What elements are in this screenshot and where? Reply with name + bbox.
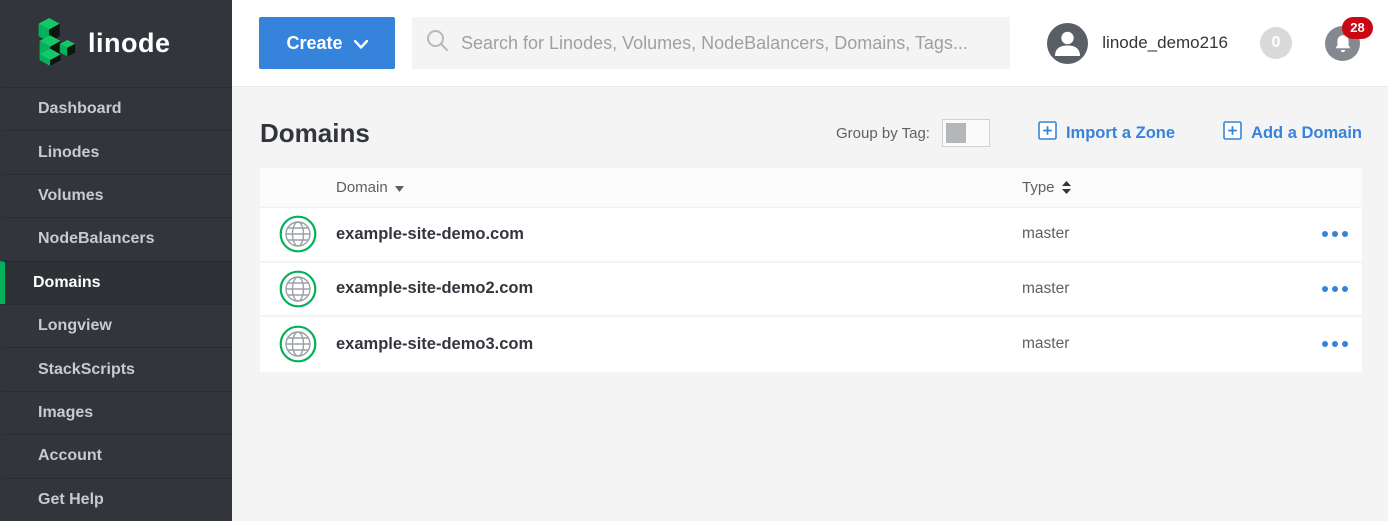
- linode-logo[interactable]: linode: [0, 0, 232, 87]
- content-area: Domains Group by Tag: Import a Zone: [232, 87, 1388, 521]
- table-row: example-site-demo3.com master: [260, 317, 1362, 372]
- table-header-row: Domain Type: [260, 168, 1362, 208]
- avatar[interactable]: [1047, 23, 1088, 64]
- notification-count-badge: 28: [1342, 17, 1373, 39]
- sort-desc-icon: [395, 179, 404, 196]
- plus-square-icon: [1223, 121, 1242, 145]
- import-zone-link[interactable]: Import a Zone: [1038, 121, 1175, 145]
- table-body: example-site-demo.com master: [260, 208, 1362, 372]
- sidebar-item-label: Dashboard: [38, 100, 122, 118]
- toggle-knob: [946, 123, 966, 143]
- linode-cube-icon: [30, 16, 76, 71]
- page-actions: Group by Tag: Import a Zone Add a Domain: [836, 119, 1362, 147]
- group-by-tag-label: Group by Tag:: [836, 125, 930, 142]
- sidebar-item-label: StackScripts: [38, 361, 135, 379]
- globe-icon: [260, 325, 336, 363]
- notifications-button[interactable]: 28: [1325, 26, 1360, 61]
- sidebar-item-label: NodeBalancers: [38, 230, 155, 248]
- globe-icon: [260, 270, 336, 308]
- sidebar-nav: Dashboard Linodes Volumes NodeBalancers …: [0, 87, 232, 521]
- status-count-badge[interactable]: 0: [1260, 27, 1292, 59]
- sidebar-item-label: Volumes: [38, 187, 104, 205]
- sidebar-item[interactable]: Dashboard: [0, 87, 232, 130]
- domain-type: master: [1022, 225, 1302, 243]
- domain-link[interactable]: example-site-demo.com: [336, 225, 1022, 244]
- row-actions-menu-button[interactable]: [1302, 286, 1362, 292]
- column-header-type[interactable]: Type: [1022, 179, 1302, 196]
- row-actions-menu-button[interactable]: [1302, 341, 1362, 347]
- domain-type: master: [1022, 335, 1302, 353]
- row-actions-menu-button[interactable]: [1302, 231, 1362, 237]
- sidebar-item[interactable]: Longview: [0, 304, 232, 347]
- linode-logo-text: linode: [88, 28, 171, 59]
- globe-icon: [260, 215, 336, 253]
- add-domain-link[interactable]: Add a Domain: [1223, 121, 1362, 145]
- table-row: example-site-demo.com master: [260, 208, 1362, 263]
- domain-link[interactable]: example-site-demo2.com: [336, 279, 1022, 298]
- plus-square-icon: [1038, 121, 1057, 145]
- sidebar-item[interactable]: Domains: [0, 261, 232, 304]
- sidebar-item-label: Linodes: [38, 144, 99, 162]
- search-icon: [426, 29, 449, 57]
- domain-column-label: Domain: [336, 179, 388, 196]
- page-title: Domains: [260, 118, 370, 149]
- table-row: example-site-demo2.com master: [260, 263, 1362, 318]
- username[interactable]: linode_demo216: [1102, 33, 1228, 53]
- sidebar-item[interactable]: StackScripts: [0, 347, 232, 390]
- page-header: Domains Group by Tag: Import a Zone: [260, 111, 1362, 155]
- sidebar-item[interactable]: Get Help: [0, 478, 232, 521]
- sidebar: linode Dashboard Linodes Volumes NodeBal…: [0, 0, 232, 521]
- sidebar-item-label: Account: [38, 447, 102, 465]
- add-domain-label: Add a Domain: [1251, 124, 1362, 143]
- sidebar-item[interactable]: Linodes: [0, 130, 232, 173]
- sidebar-item-label: Longview: [38, 317, 112, 335]
- group-by-tag-toggle[interactable]: [942, 119, 990, 147]
- top-bar: Create linode_demo216 0: [232, 0, 1388, 87]
- sidebar-item[interactable]: Volumes: [0, 174, 232, 217]
- sidebar-item[interactable]: NodeBalancers: [0, 217, 232, 260]
- domain-type: master: [1022, 280, 1302, 298]
- domain-link[interactable]: example-site-demo3.com: [336, 335, 1022, 354]
- sidebar-item[interactable]: Account: [0, 434, 232, 477]
- domains-table: Domain Type: [260, 168, 1362, 372]
- sidebar-item-label: Images: [38, 404, 93, 422]
- create-button-label: Create: [286, 33, 342, 54]
- search-bar[interactable]: [412, 17, 1010, 69]
- search-input[interactable]: [461, 33, 996, 54]
- sidebar-item-label: Get Help: [38, 491, 104, 509]
- type-column-label: Type: [1022, 179, 1055, 196]
- main-column: Create linode_demo216 0: [232, 0, 1388, 521]
- sidebar-item[interactable]: Images: [0, 391, 232, 434]
- user-icon: [1047, 23, 1088, 64]
- chevron-down-icon: [354, 33, 368, 54]
- sort-both-icon: [1062, 181, 1071, 194]
- create-button[interactable]: Create: [259, 17, 395, 69]
- import-zone-label: Import a Zone: [1066, 124, 1175, 143]
- column-header-domain[interactable]: Domain: [336, 179, 1022, 196]
- user-area: linode_demo216 0 28: [1047, 23, 1360, 64]
- sidebar-item-label: Domains: [33, 274, 101, 292]
